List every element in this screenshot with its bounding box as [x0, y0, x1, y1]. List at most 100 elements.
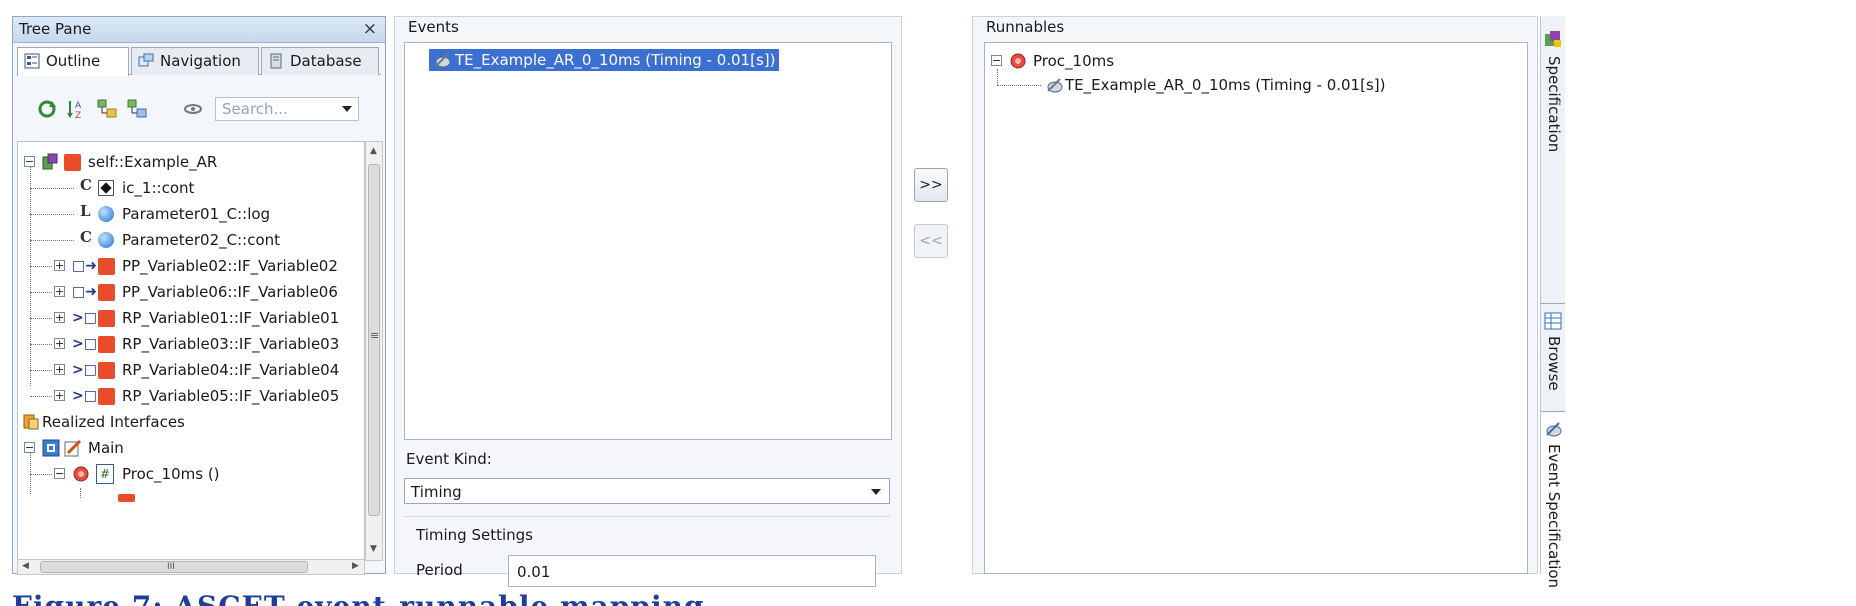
tab-specification-label: Specification: [1545, 56, 1563, 153]
tab-event-specification[interactable]: Event Specification: [1541, 412, 1565, 588]
expand-toggle-icon[interactable]: +: [54, 286, 65, 297]
outline-icon: [24, 53, 40, 69]
scrollbar-thumb[interactable]: ≡: [368, 164, 380, 516]
collapse-toggle-icon[interactable]: −: [24, 442, 35, 453]
tree-item-label: Realized Interfaces: [42, 413, 185, 431]
status-icon: [118, 494, 135, 502]
tree-row-root[interactable]: − self::Example_AR: [18, 150, 364, 176]
tree-row[interactable]: + >□ RP_Variable04::IF_Variable04: [18, 358, 364, 384]
tree-vertical-scrollbar[interactable]: ▲ ≡ ▼: [365, 141, 383, 561]
scroll-down-icon[interactable]: ▼: [370, 544, 377, 554]
tree-row[interactable]: C Parameter02_C::cont: [18, 228, 364, 254]
tab-navigation[interactable]: Navigation: [131, 47, 259, 75]
tree-pane-tabs: Outline Navigation Database: [17, 47, 381, 76]
event-kind-select[interactable]: Timing: [404, 478, 890, 504]
tree-row[interactable]: + >□ RP_Variable03::IF_Variable03: [18, 332, 364, 358]
remove-mapping-button[interactable]: <<: [914, 224, 948, 258]
events-title: Events: [408, 18, 459, 36]
tree-connector: [30, 474, 52, 475]
runnable-event-row[interactable]: TE_Example_AR_0_10ms (Timing - 0.01[s]): [985, 73, 1525, 99]
tree-item-label: Parameter02_C::cont: [122, 231, 281, 249]
constant-icon: [98, 180, 114, 196]
tree-row[interactable]: − Main: [18, 436, 364, 462]
svg-text:Z: Z: [75, 111, 81, 119]
tab-browse[interactable]: Browse: [1541, 304, 1565, 412]
event-item-selected[interactable]: TE_Example_AR_0_10ms (Timing - 0.01[s]): [429, 49, 780, 71]
tree-item-label: PP_Variable02::IF_Variable02: [122, 257, 338, 275]
side-tab-bar: Specification Browse Event Specification: [1540, 16, 1565, 588]
tree-row[interactable]: + □➜ PP_Variable02::IF_Variable02: [18, 254, 364, 280]
timing-event-icon: [1047, 78, 1063, 93]
status-icon: [98, 362, 115, 379]
require-port-icon: >□: [72, 388, 97, 404]
tree-row[interactable]: + □➜ PP_Variable06::IF_Variable06: [18, 280, 364, 306]
constant-class-icon: C: [80, 176, 92, 194]
runnable-event-label: TE_Example_AR_0_10ms (Timing - 0.01[s]): [1065, 76, 1386, 94]
search-placeholder: Search...: [222, 100, 288, 118]
expand-toggle-icon[interactable]: +: [54, 312, 65, 323]
close-icon[interactable]: ×: [363, 19, 377, 39]
status-icon: [98, 284, 115, 301]
tree-row[interactable]: − # Proc_10ms (): [18, 462, 364, 488]
component-icon: [42, 153, 58, 170]
refresh-icon[interactable]: [37, 99, 57, 119]
tree-toolbar: AZ Search...: [17, 87, 381, 131]
sort-az-icon[interactable]: AZ: [67, 99, 87, 119]
tree-pane-title: Tree Pane: [19, 20, 92, 38]
tree-pane: Tree Pane × Outline Navigation Database …: [12, 16, 386, 575]
tree-item-label: Parameter01_C::log: [122, 205, 271, 223]
search-input[interactable]: Search...: [215, 97, 359, 121]
tree-connector: [997, 85, 1041, 86]
parameter-icon: [98, 206, 114, 222]
process-icon: [1010, 53, 1026, 69]
require-port-icon: >□: [72, 336, 97, 352]
expand-toggle-icon[interactable]: +: [54, 260, 65, 271]
period-input[interactable]: 0.01: [508, 555, 876, 587]
tree-row[interactable]: + >□ RP_Variable01::IF_Variable01: [18, 306, 364, 332]
figure-caption: Figure 7: ASCET event-runnable mapping: [12, 590, 705, 606]
tree-guide-line: [80, 488, 81, 498]
require-port-icon: >□: [72, 362, 97, 378]
browse-icon: [1544, 312, 1562, 330]
expand-toggle-icon[interactable]: +: [54, 364, 65, 375]
scroll-up-icon[interactable]: ▲: [370, 146, 377, 156]
collapse-toggle-icon[interactable]: −: [991, 55, 1002, 66]
tree-item-label: RP_Variable05::IF_Variable05: [122, 387, 340, 405]
chevron-down-icon[interactable]: [342, 106, 352, 112]
tree-pane-titlebar: Tree Pane ×: [13, 17, 385, 43]
collapse-toggle-icon[interactable]: −: [54, 468, 65, 479]
provide-port-icon: □➜: [72, 284, 97, 300]
tree-row[interactable]: Realized Interfaces: [18, 410, 364, 436]
events-list[interactable]: TE_Example_AR_0_10ms (Timing - 0.01[s]): [404, 42, 892, 440]
tree-row[interactable]: + >□ RP_Variable05::IF_Variable05: [18, 384, 364, 410]
tree-connector: [30, 266, 52, 267]
expand-toggle-icon[interactable]: +: [54, 338, 65, 349]
expand-all-icon[interactable]: [97, 99, 117, 119]
tab-specification[interactable]: Specification: [1541, 16, 1565, 304]
collapse-toggle-icon[interactable]: −: [24, 156, 35, 167]
timing-settings-label: Timing Settings: [416, 526, 533, 544]
tree-row[interactable]: L Parameter01_C::log: [18, 202, 364, 228]
tab-outline[interactable]: Outline: [17, 47, 129, 76]
expand-toggle-icon[interactable]: +: [54, 390, 65, 401]
scroll-right-icon[interactable]: ▶: [352, 561, 359, 571]
filter-icon[interactable]: [183, 99, 203, 119]
tab-database[interactable]: Database: [261, 47, 379, 75]
tree-horizontal-scrollbar[interactable]: ◀ III ▶: [17, 559, 365, 575]
timing-event-icon: [435, 53, 451, 68]
chevron-down-icon[interactable]: [871, 489, 881, 495]
grip-icon: ≡: [370, 329, 380, 342]
tree-row[interactable]: C ic_1::cont: [18, 176, 364, 202]
add-mapping-button[interactable]: >>: [914, 168, 948, 202]
scrollbar-thumb[interactable]: III: [40, 561, 308, 573]
collapse-all-icon[interactable]: [127, 99, 147, 119]
tree-item-label: RP_Variable01::IF_Variable01: [122, 309, 340, 327]
runnables-tree[interactable]: − Proc_10ms TE_Example_AR_0_10ms (Timing…: [984, 42, 1528, 574]
scroll-left-icon[interactable]: ◀: [22, 561, 29, 571]
outline-tree: − self::Example_AR C ic_1::cont L Parame…: [17, 141, 365, 561]
runnable-row[interactable]: − Proc_10ms: [985, 49, 1525, 75]
svg-text:A: A: [75, 101, 82, 111]
tree-item-label: PP_Variable06::IF_Variable06: [122, 283, 338, 301]
main-icon: [64, 439, 82, 457]
specification-icon: [1545, 31, 1561, 47]
